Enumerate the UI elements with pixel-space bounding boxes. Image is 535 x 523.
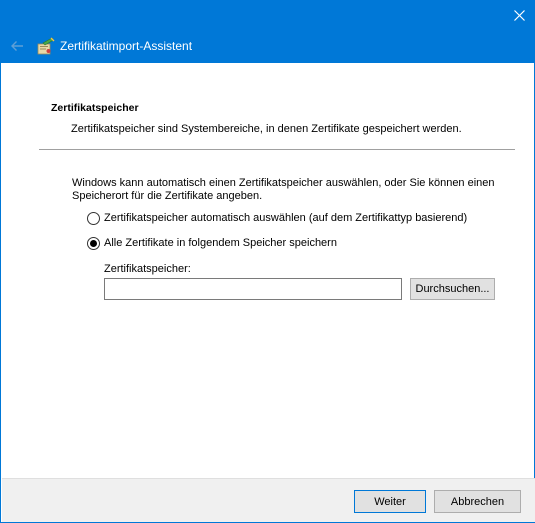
radio-specific-store-label: Alle Zertifikate in folgendem Speicher s… [104, 237, 337, 249]
cancel-button[interactable]: Abbrechen [434, 490, 521, 513]
next-button[interactable]: Weiter [354, 490, 426, 513]
wizard-header: Zertifikatimport-Assistent [1, 31, 535, 63]
radio-auto-select-label: Zertifikatspeicher automatisch auswählen… [104, 212, 468, 224]
store-field-label: Zertifikatspeicher: [104, 263, 191, 275]
radio-button-unchecked[interactable] [87, 211, 100, 225]
close-icon [513, 10, 525, 21]
browse-button[interactable]: Durchsuchen... [410, 278, 495, 300]
radio-dot [90, 239, 97, 247]
title-bar [1, 0, 535, 31]
radio-specific-store[interactable]: Alle Zertifikate in folgendem Speicher s… [87, 236, 337, 250]
wizard-window: Zertifikatimport-Assistent Zertifikatspe… [0, 0, 535, 523]
header-divider [39, 149, 515, 150]
back-arrow-icon [11, 41, 23, 51]
section-description: Zertifikatspeicher sind Systembereiche, … [71, 123, 462, 135]
wizard-title: Zertifikatimport-Assistent [60, 39, 193, 53]
section-title: Zertifikatspeicher [51, 102, 139, 114]
radio-button-checked[interactable] [87, 236, 100, 250]
intro-text: Windows kann automatisch einen Zertifika… [72, 177, 495, 202]
back-button[interactable] [6, 35, 28, 57]
radio-auto-select[interactable]: Zertifikatspeicher automatisch auswählen… [87, 211, 467, 225]
certificate-wizard-icon [37, 37, 55, 55]
close-button[interactable] [502, 0, 535, 31]
certificate-store-input[interactable] [104, 278, 402, 300]
